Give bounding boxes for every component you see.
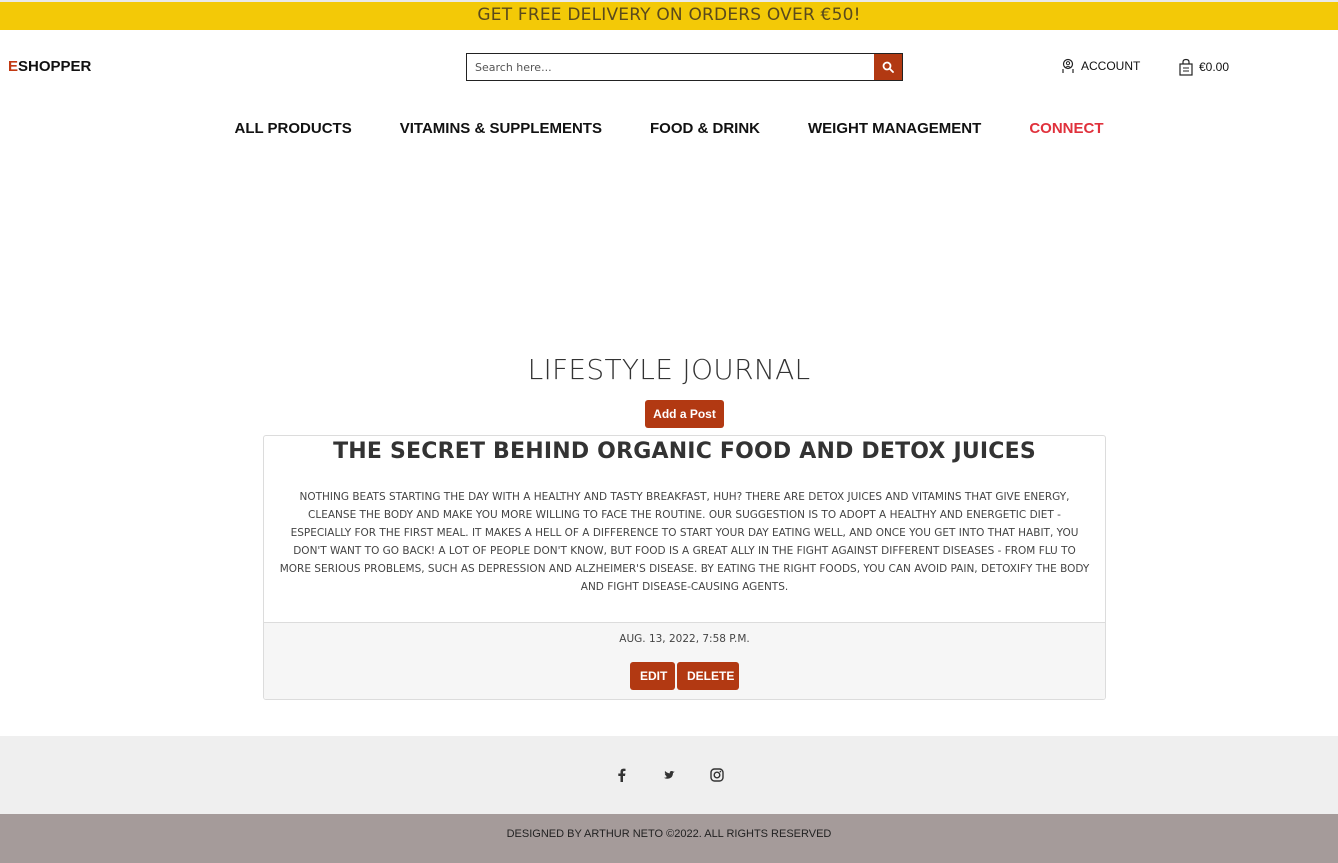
shopping-bag-icon <box>1179 58 1193 76</box>
nav-item-food-drink[interactable]: FOOD & DRINK <box>650 120 760 137</box>
search-bar <box>466 53 903 81</box>
account-link[interactable]: ACCOUNT <box>1060 58 1140 74</box>
cart-total: €0.00 <box>1199 60 1230 74</box>
post-title: THE SECRET BEHIND ORGANIC FOOD AND DETOX… <box>333 439 1036 464</box>
main-nav: ALL PRODUCTS VITAMINS & SUPPLEMENTS FOOD… <box>0 120 1338 137</box>
account-label: ACCOUNT <box>1081 59 1141 73</box>
nav-item-all-products[interactable]: ALL PRODUCTS <box>235 120 352 137</box>
site-logo[interactable]: ESHOPPER <box>8 58 91 75</box>
logo-first-letter: E <box>8 58 19 75</box>
page-title: LIFESTYLE JOURNAL <box>527 353 811 386</box>
post-date: AUG. 13, 2022, 7:58 P.M. <box>619 633 750 645</box>
social-links <box>0 736 1338 814</box>
nav-item-connect[interactable]: CONNECT <box>1029 120 1103 137</box>
nav-item-weight-management[interactable]: WEIGHT MANAGEMENT <box>808 120 981 137</box>
facebook-icon[interactable] <box>613 767 629 783</box>
post-card-footer: AUG. 13, 2022, 7:58 P.M. EDIT DELETE <box>264 622 1105 699</box>
add-post-button[interactable]: Add a Post <box>645 400 724 428</box>
promo-banner: GET FREE DELIVERY ON ORDERS OVER €50! <box>0 0 1338 30</box>
search-button[interactable] <box>874 54 902 80</box>
logo-text: SHOPPER <box>18 58 92 75</box>
search-icon <box>882 61 894 73</box>
post-actions: EDIT DELETE <box>264 662 1105 690</box>
site-footer: DESIGNED BY ARTHUR NETO ©2022. ALL RIGHT… <box>0 814 1338 863</box>
delete-button[interactable]: DELETE <box>677 662 739 690</box>
post-card: THE SECRET BEHIND ORGANIC FOOD AND DETOX… <box>263 435 1106 700</box>
edit-button[interactable]: EDIT <box>630 662 675 690</box>
cart-link[interactable]: €0.00 <box>1177 58 1229 76</box>
account-icon <box>1062 58 1074 73</box>
nav-item-vitamins-supplements[interactable]: VITAMINS & SUPPLEMENTS <box>400 120 602 137</box>
twitter-icon[interactable] <box>661 767 677 783</box>
instagram-icon[interactable] <box>709 767 725 783</box>
post-body: NOTHING BEATS STARTING THE DAY WITH A HE… <box>279 491 1090 593</box>
search-input[interactable] <box>467 54 874 80</box>
